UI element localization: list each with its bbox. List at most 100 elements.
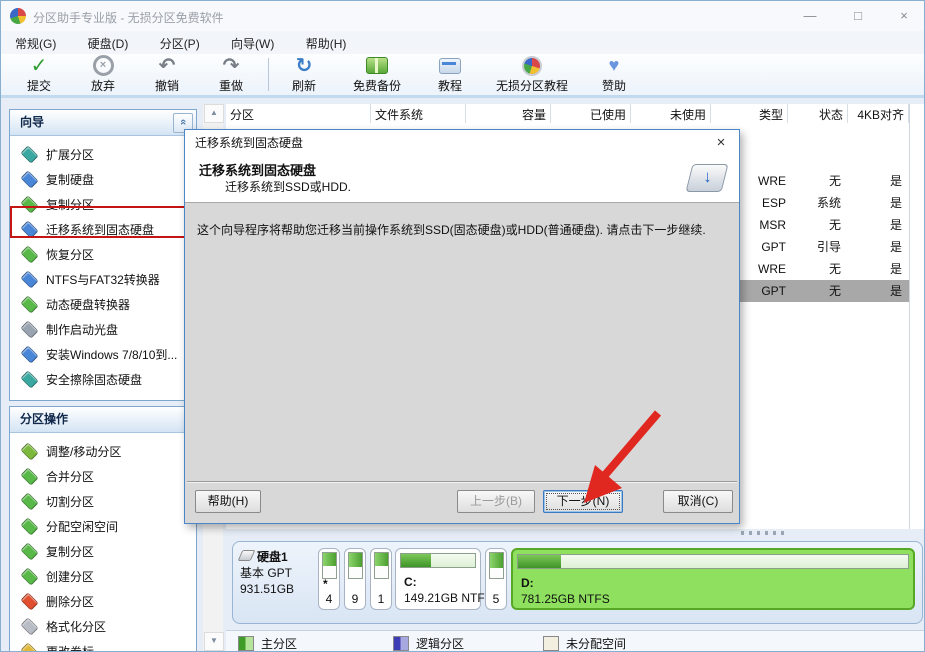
sidebar-item-create-partition[interactable]: 创建分区 (10, 564, 196, 589)
discard-icon: × (93, 55, 114, 76)
free-backup-button[interactable]: 免费备份 (334, 54, 420, 95)
sidebar-item-allocate-free-space[interactable]: 分配空闲空间 (10, 514, 196, 539)
dialog-title-bar[interactable]: 迁移系统到固态硬盘 (185, 130, 739, 156)
refresh-button[interactable]: ↻ 刷新 (274, 54, 334, 95)
undo-button[interactable]: ↶ 撤销 (135, 54, 199, 95)
wizard-panel-header: 向导 « (10, 110, 196, 136)
migrate-os-dialog: 迁移系统到固态硬盘 × 迁移系统到固态硬盘 迁移系统到SSD或HDD. ↓ 这个… (184, 129, 740, 524)
menu-help[interactable]: 帮助(H) (292, 31, 361, 52)
scroll-up-icon[interactable]: ▲ (204, 104, 224, 123)
toolbar-separator (268, 58, 269, 91)
menu-disk[interactable]: 硬盘(D) (74, 31, 143, 52)
help-button[interactable]: 帮助(H) (195, 490, 261, 513)
sidebar-item-change-label[interactable]: 更改卷标 (10, 639, 196, 652)
dialog-subheading: 迁移系统到SSD或HDD. (225, 178, 351, 195)
col-filesystem[interactable]: 文件系统 (371, 104, 466, 123)
window-title: 分区助手专业版 - 无损分区免费软件 (33, 9, 224, 26)
col-unused[interactable]: 未使用 (631, 104, 711, 123)
sidebar-item-resize-move-partition[interactable]: 调整/移动分区 (10, 439, 196, 464)
disk-icon (20, 517, 38, 535)
partition-block-small-1[interactable]: * 4 (318, 548, 340, 610)
menu-partition[interactable]: 分区(P) (146, 31, 214, 52)
menu-wizard[interactable]: 向导(W) (217, 31, 288, 52)
sidebar-item-recover-partition[interactable]: 恢复分区 (10, 242, 196, 267)
disk-icon (20, 245, 38, 263)
dialog-heading: 迁移系统到固态硬盘 (199, 160, 316, 179)
col-partition[interactable]: 分区 (226, 104, 371, 123)
cancel-button[interactable]: 取消(C) (663, 490, 733, 513)
partition-operations-panel: 分区操作 调整/移动分区 合并分区 切割分区 分配空闲空间 复制分区 (9, 406, 197, 652)
col-capacity[interactable]: 容量 (466, 104, 551, 123)
legend-primary: 主分区 (238, 635, 297, 652)
partition-block-d-selected[interactable]: D: 781.25GB NTFS (511, 548, 915, 610)
close-button[interactable]: × (881, 1, 925, 31)
sidebar-item-dynamic-disk-converter[interactable]: 动态硬盘转换器 (10, 292, 196, 317)
donate-heart-icon: ♥ (609, 55, 620, 76)
sidebar-item-copy-disk[interactable]: 复制硬盘 (10, 167, 196, 192)
next-button[interactable]: 下一步(N) (543, 490, 623, 513)
toolbar: ✓ 提交 × 放弃 ↶ 撤销 ↷ 重做 ↻ 刷新 免费备份 教程 (1, 54, 925, 98)
panel-splitter[interactable] (226, 529, 925, 536)
unallocated-swatch-icon (543, 636, 559, 651)
partition-block-small-4[interactable]: 5 (485, 548, 507, 610)
discard-button[interactable]: × 放弃 (71, 54, 135, 95)
disk-icon (20, 642, 38, 652)
commit-button[interactable]: ✓ 提交 (7, 54, 71, 95)
disk-icon (20, 345, 38, 363)
disk-icon (20, 617, 38, 635)
sidebar-item-make-boot-cd[interactable]: 制作启动光盘 (10, 317, 196, 342)
sidebar-item-extend-partition[interactable]: 扩展分区 (10, 142, 196, 167)
col-status[interactable]: 状态 (788, 104, 848, 123)
highlight-red-box (10, 206, 193, 238)
partition-tutorial-icon (522, 56, 542, 76)
usage-gauge (517, 554, 909, 569)
app-window: 分区助手专业版 - 无损分区免费软件 — □ × 常规(G) 硬盘(D) 分区(… (0, 0, 925, 652)
sidebar-item-format-partition[interactable]: 格式化分区 (10, 614, 196, 639)
partition-block-c[interactable]: C: 149.21GB NTFS (395, 548, 481, 610)
disk-icon (20, 295, 38, 313)
sidebar-item-secure-erase-ssd[interactable]: 安全擦除固态硬盘 (10, 367, 196, 392)
disk-icon (20, 592, 38, 610)
menu-bar: 常规(G) 硬盘(D) 分区(P) 向导(W) 帮助(H) (1, 31, 925, 55)
logical-partition-swatch-icon (393, 636, 409, 651)
sidebar-item-merge-partition[interactable]: 合并分区 (10, 464, 196, 489)
back-button: 上一步(B) (457, 490, 535, 513)
sidebar-item-install-windows[interactable]: 安装Windows 7/8/10到... (10, 342, 196, 367)
title-bar: 分区助手专业版 - 无损分区免费软件 — □ × (1, 1, 925, 31)
dialog-header: 迁移系统到固态硬盘 迁移系统到SSD或HDD. ↓ (185, 156, 739, 203)
undo-icon: ↶ (159, 53, 176, 78)
partition-block-small-2[interactable]: 9 (344, 548, 366, 610)
redo-button[interactable]: ↷ 重做 (199, 54, 263, 95)
redo-icon: ↷ (223, 53, 240, 78)
splitter-handle[interactable] (741, 531, 789, 535)
scroll-down-icon[interactable]: ▼ (204, 632, 224, 651)
disk-icon (20, 442, 38, 460)
sidebar-item-copy-partition-op[interactable]: 复制分区 (10, 539, 196, 564)
donate-button[interactable]: ♥ 赞助 (584, 54, 644, 95)
menu-general[interactable]: 常规(G) (1, 31, 70, 52)
tutorial-button[interactable]: 教程 (420, 54, 480, 95)
sidebar-item-ntfs-fat32-converter[interactable]: NTFS与FAT32转换器 (10, 267, 196, 292)
dialog-description: 这个向导程序将帮助您迁移当前操作系统到SSD(固态硬盘)或HDD(普通硬盘). … (197, 222, 727, 239)
disk-icon (20, 542, 38, 560)
disk-size: 931.51GB (240, 581, 318, 597)
disk1-info[interactable]: 硬盘1 基本 GPT 931.51GB (240, 549, 318, 597)
disk-icon (20, 270, 38, 288)
usage-gauge (322, 552, 337, 579)
partition-table-header: 分区 文件系统 容量 已使用 未使用 类型 状态 4KB对齐 (226, 104, 925, 124)
commit-check-icon: ✓ (31, 57, 48, 75)
sidebar-item-delete-partition[interactable]: 删除分区 (10, 589, 196, 614)
col-type[interactable]: 类型 (711, 104, 788, 123)
wizard-panel: 向导 « 扩展分区 复制硬盘 复制分区 迁移系统到固态硬盘 恢复分区 (9, 109, 197, 401)
usage-gauge (374, 552, 389, 579)
col-4kb-align[interactable]: 4KB对齐 (848, 104, 909, 123)
col-used[interactable]: 已使用 (551, 104, 631, 123)
dialog-close-icon[interactable]: × (709, 132, 733, 154)
disk-icon (20, 370, 38, 388)
sidebar-item-split-partition[interactable]: 切割分区 (10, 489, 196, 514)
maximize-button[interactable]: □ (835, 1, 881, 31)
minimize-button[interactable]: — (787, 1, 833, 31)
partition-tutorial-button[interactable]: 无损分区教程 (480, 54, 584, 95)
disk-icon (20, 467, 38, 485)
partition-block-small-3[interactable]: 1 (370, 548, 392, 610)
